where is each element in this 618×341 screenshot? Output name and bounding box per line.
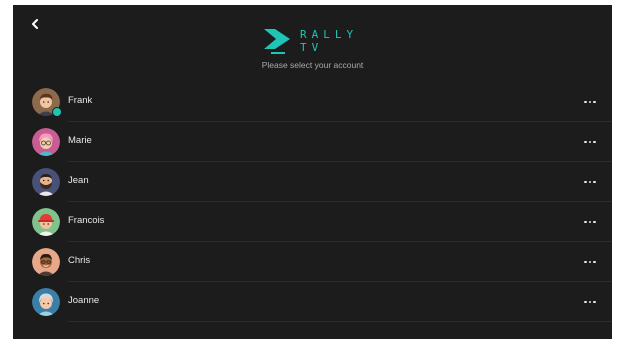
chevron-left-icon	[32, 19, 38, 29]
more-options-button[interactable]	[582, 215, 598, 229]
more-options-button[interactable]	[582, 295, 598, 309]
boy-red-cap-avatar-icon	[32, 208, 60, 236]
more-dot-icon	[584, 140, 587, 144]
account-list: Frank Marie Jean Francois Chris Joanne	[13, 82, 612, 322]
more-dot-icon	[593, 140, 596, 144]
account-name: Francois	[68, 215, 105, 226]
woman-pink-hair-glasses-avatar-icon	[32, 128, 60, 156]
more-options-button[interactable]	[582, 95, 598, 109]
more-dot-icon	[584, 180, 587, 184]
more-dot-icon	[593, 300, 596, 304]
more-dot-icon	[588, 140, 592, 144]
active-account-badge	[52, 107, 62, 117]
more-dot-icon	[584, 260, 587, 264]
brand-line-2: TV	[300, 41, 323, 54]
man-glasses-avatar-icon	[32, 248, 60, 276]
more-dot-icon	[584, 100, 587, 104]
account-row-frank[interactable]: Frank	[13, 82, 612, 122]
account-select-screen: RALLY TV Please select your account Fran…	[13, 5, 612, 339]
back-button[interactable]	[27, 16, 43, 32]
account-row-joanne[interactable]: Joanne	[13, 282, 612, 322]
account-row-chris[interactable]: Chris	[13, 242, 612, 282]
more-options-button[interactable]	[582, 255, 598, 269]
brand-line-1: RALLY	[300, 28, 358, 41]
more-dot-icon	[593, 260, 596, 264]
page-subtitle: Please select your account	[261, 60, 364, 70]
more-dot-icon	[593, 180, 596, 184]
account-name: Chris	[68, 255, 91, 266]
more-dot-icon	[584, 300, 587, 304]
more-options-button[interactable]	[582, 175, 598, 189]
more-dot-icon	[593, 100, 596, 104]
more-dot-icon	[588, 260, 592, 264]
more-dot-icon	[588, 220, 592, 224]
more-dot-icon	[593, 220, 596, 224]
more-dot-icon	[584, 220, 587, 224]
account-name: Joanne	[68, 295, 100, 306]
man-beard-avatar-icon	[32, 168, 60, 196]
account-row-jean[interactable]: Jean	[13, 162, 612, 202]
rally-tv-logo: RALLY TV	[264, 28, 358, 54]
more-dot-icon	[588, 100, 592, 104]
more-options-button[interactable]	[582, 135, 598, 149]
row-divider	[68, 321, 612, 322]
account-row-marie[interactable]: Marie	[13, 122, 612, 162]
account-row-francois[interactable]: Francois	[13, 202, 612, 242]
account-name: Marie	[68, 135, 92, 146]
account-name: Jean	[68, 175, 89, 186]
more-dot-icon	[588, 300, 592, 304]
elderly-woman-avatar-icon	[32, 288, 60, 316]
account-name: Frank	[68, 95, 93, 106]
more-dot-icon	[588, 180, 592, 184]
